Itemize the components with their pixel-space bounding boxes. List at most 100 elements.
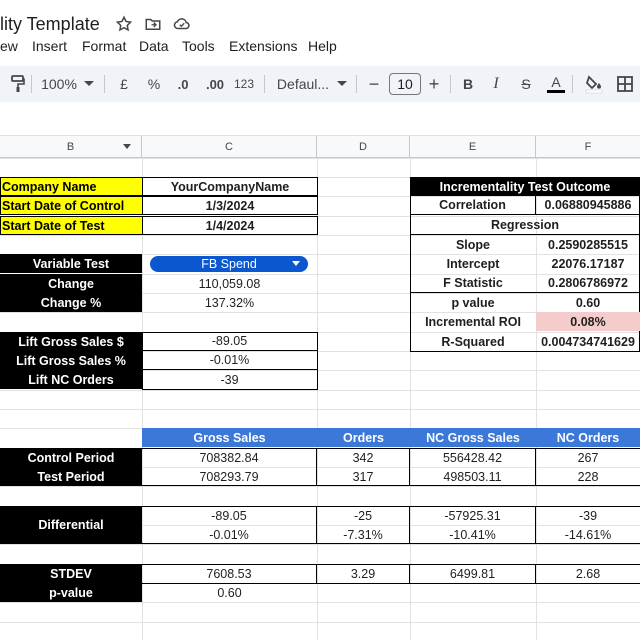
p-value-label[interactable]: p value (410, 293, 536, 312)
diff-pct-nc-orders[interactable]: -14.61% (536, 525, 640, 544)
font-select[interactable]: Defaul... (276, 66, 330, 102)
f-statistic-label[interactable]: F Statistic (410, 274, 536, 293)
correlation-value[interactable]: 0.06880945886 (536, 196, 640, 215)
diff-pct-nc-gross-sales[interactable]: -10.41% (410, 525, 536, 544)
header-nc-orders[interactable]: NC Orders (536, 428, 640, 447)
diff-nc-orders[interactable]: -39 (536, 506, 640, 525)
font-size-decrease-button[interactable]: − (364, 66, 384, 102)
intercept-label[interactable]: Intercept (410, 254, 536, 273)
test-start-value[interactable]: 1/4/2024 (142, 216, 318, 235)
variable-test-label[interactable]: Variable Test (0, 254, 142, 273)
header-gross-sales[interactable]: Gross Sales (142, 428, 317, 447)
company-name-value[interactable]: YourCompanyName (142, 177, 318, 196)
control-start-value[interactable]: 1/3/2024 (142, 196, 318, 215)
lift-gross-label[interactable]: Lift Gross Sales $ (0, 332, 142, 351)
change-pct-label[interactable]: Change % (0, 293, 142, 312)
variable-test-dropdown[interactable]: FB Spend (150, 256, 308, 272)
star-icon[interactable] (114, 14, 134, 34)
chevron-down-icon[interactable] (82, 66, 96, 102)
stdev-nc-orders[interactable]: 2.68 (536, 564, 640, 583)
number-format-button[interactable]: 123 (232, 66, 256, 102)
test-period-label[interactable]: Test Period (0, 467, 142, 486)
menu-format[interactable]: Format (82, 38, 126, 54)
column-menu-icon[interactable] (123, 144, 131, 149)
percent-format-button[interactable]: % (144, 66, 164, 102)
move-folder-icon[interactable] (143, 14, 163, 34)
lift-gross-pct-value[interactable]: -0.01% (142, 351, 317, 370)
lift-gross-value[interactable]: -89.05 (142, 332, 317, 351)
column-header-c[interactable]: C (142, 136, 317, 158)
menu-view[interactable]: ew (0, 38, 18, 54)
decrease-decimal-button[interactable]: .0 (170, 66, 196, 102)
slope-label[interactable]: Slope (410, 235, 536, 254)
control-nc-gross-sales[interactable]: 556428.42 (410, 448, 536, 467)
test-nc-orders[interactable]: 228 (536, 467, 640, 486)
menu-extensions[interactable]: Extensions (229, 38, 297, 54)
control-orders[interactable]: 342 (317, 448, 410, 467)
p-value-row-label[interactable]: p-value (0, 583, 142, 602)
lift-nc-label[interactable]: Lift NC Orders (0, 370, 142, 389)
change-label[interactable]: Change (0, 274, 142, 293)
change-value[interactable]: 110,059.08 (142, 274, 317, 293)
differential-label[interactable]: Differential (0, 506, 142, 544)
formula-bar[interactable] (0, 102, 640, 136)
stdev-gross-sales[interactable]: 7608.53 (142, 564, 317, 583)
test-nc-gross-sales[interactable]: 498503.11 (410, 467, 536, 486)
header-orders[interactable]: Orders (317, 428, 410, 447)
column-header-e[interactable]: E (410, 136, 536, 158)
slope-value[interactable]: 0.2590285515 (536, 235, 640, 254)
lift-gross-pct-label[interactable]: Lift Gross Sales % (0, 351, 142, 370)
diff-pct-gross-sales[interactable]: -0.01% (142, 525, 317, 544)
header-nc-gross-sales[interactable]: NC Gross Sales (410, 428, 536, 447)
strikethrough-button[interactable]: S (516, 66, 536, 102)
control-nc-orders[interactable]: 267 (536, 448, 640, 467)
stdev-orders[interactable]: 3.29 (317, 564, 410, 583)
diff-nc-gross-sales[interactable]: -57925.31 (410, 506, 536, 525)
control-period-label[interactable]: Control Period (0, 448, 142, 467)
diff-gross-sales[interactable]: -89.05 (142, 506, 317, 525)
test-gross-sales[interactable]: 708293.79 (142, 467, 317, 486)
text-color-button[interactable]: A (546, 66, 566, 102)
menu-help[interactable]: Help (308, 38, 337, 54)
italic-button[interactable]: I (486, 66, 506, 102)
sheet-grid[interactable]: Company Name YourCompanyName Start Date … (0, 158, 640, 640)
test-start-label[interactable]: Start Date of Test (0, 216, 143, 235)
stdev-label[interactable]: STDEV (0, 564, 142, 583)
change-pct-value[interactable]: 137.32% (142, 293, 317, 312)
p-value-value[interactable]: 0.60 (536, 293, 640, 312)
chevron-down-icon[interactable] (336, 66, 348, 102)
intercept-value[interactable]: 22076.17187 (536, 254, 640, 273)
p-value-row-value[interactable]: 0.60 (142, 583, 317, 602)
company-name-label[interactable]: Company Name (0, 177, 143, 196)
diff-orders[interactable]: -25 (317, 506, 410, 525)
f-statistic-value[interactable]: 0.2806786972 (536, 274, 640, 293)
incremental-roi-value[interactable]: 0.08% (536, 312, 640, 331)
currency-format-button[interactable]: £ (114, 66, 134, 102)
menu-tools[interactable]: Tools (182, 38, 215, 54)
fill-color-icon[interactable] (582, 66, 606, 102)
column-header-b[interactable]: B (0, 136, 142, 158)
menu-insert[interactable]: Insert (32, 38, 67, 54)
regression-label[interactable]: Regression (410, 216, 640, 235)
font-size-input[interactable]: 10 (389, 73, 421, 95)
lift-nc-value[interactable]: -39 (142, 370, 317, 389)
correlation-label[interactable]: Correlation (410, 196, 536, 215)
control-gross-sales[interactable]: 708382.84 (142, 448, 317, 467)
document-title[interactable]: lity Template (0, 14, 100, 35)
font-size-increase-button[interactable]: + (424, 66, 444, 102)
paint-format-icon[interactable] (6, 66, 30, 102)
control-start-label[interactable]: Start Date of Control (0, 196, 143, 215)
bold-button[interactable]: B (458, 66, 478, 102)
zoom-select[interactable]: 100% (38, 66, 80, 102)
r-squared-value[interactable]: 0.004734741629 (536, 332, 640, 351)
r-squared-label[interactable]: R-Squared (410, 332, 536, 351)
borders-icon[interactable] (614, 66, 636, 102)
stdev-nc-gross-sales[interactable]: 6499.81 (410, 564, 536, 583)
menu-data[interactable]: Data (139, 38, 169, 54)
increase-decimal-button[interactable]: .00 (200, 66, 230, 102)
cloud-saved-icon[interactable] (172, 14, 192, 34)
test-orders[interactable]: 317 (317, 467, 410, 486)
column-header-d[interactable]: D (317, 136, 410, 158)
diff-pct-orders[interactable]: -7.31% (317, 525, 410, 544)
incremental-roi-label[interactable]: Incremental ROI (410, 312, 536, 331)
